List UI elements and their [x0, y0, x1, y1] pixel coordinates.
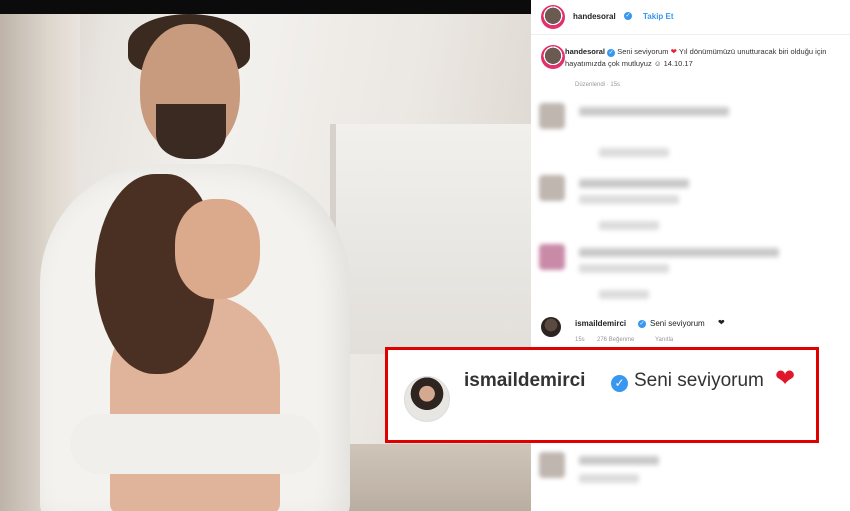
verified-icon: ✓	[611, 375, 628, 392]
blurred-text	[579, 179, 689, 188]
blurred-comment	[539, 452, 839, 492]
author-username[interactable]: handesoral	[573, 12, 616, 21]
post-caption: handesoral ✓ Seni seviyorum ❤ Yıl dönümü…	[565, 46, 845, 70]
blurred-comment	[539, 175, 839, 230]
blurred-comment	[539, 244, 839, 299]
follow-button[interactable]: Takip Et	[643, 12, 674, 21]
heart-icon: ❤	[718, 318, 725, 327]
blurred-comment	[539, 103, 839, 157]
blurred-text	[579, 107, 729, 116]
comment-avatar[interactable]	[541, 317, 561, 337]
heart-icon: ❤	[775, 365, 796, 392]
verified-icon: ✓	[624, 12, 632, 20]
verified-icon: ✓	[607, 49, 616, 57]
blurred-avatar	[539, 175, 565, 201]
blurred-meta	[579, 195, 679, 204]
comment-text: Seni seviyorum	[650, 319, 705, 328]
blurred-avatar	[539, 244, 565, 270]
photo-man-beard	[156, 104, 226, 159]
blurred-text	[579, 248, 779, 257]
author-avatar[interactable]	[541, 5, 565, 29]
comment-row: ismaildemirci ✓ Seni seviyorum ❤	[541, 317, 841, 337]
photo-window	[330, 124, 531, 354]
blurred-meta	[579, 474, 639, 483]
blurred-meta	[579, 264, 669, 273]
blurred-avatar	[539, 452, 565, 478]
caption-username[interactable]: handesoral	[565, 47, 605, 56]
highlight-avatar[interactable]	[404, 376, 450, 422]
caption-text: Seni seviyorum	[617, 47, 669, 56]
caption-rest: Yıl dönümümüzü unutturacak biri olduğu i…	[565, 47, 827, 68]
heart-icon: ❤	[670, 47, 677, 56]
verified-icon: ✓	[638, 320, 646, 328]
caption-date: 14.10.17	[663, 59, 693, 68]
top-black-bar	[0, 0, 531, 14]
highlighted-comment: ismaildemirci ✓ Seni seviyorum ❤	[385, 347, 819, 443]
emoji-icon: ☺	[653, 59, 662, 68]
post-header: handesoral ✓ Takip Et	[531, 0, 850, 35]
comment-likes[interactable]: 276 Beğenme	[597, 337, 634, 343]
comment-reply[interactable]: Yanıtla	[655, 337, 673, 343]
blurred-meta	[599, 221, 659, 230]
comment-time: 15s	[575, 337, 585, 343]
caption-avatar[interactable]	[541, 45, 565, 69]
highlight-username[interactable]: ismaildemirci	[464, 370, 585, 392]
photo-woman-face	[175, 199, 260, 299]
blurred-avatar	[539, 103, 565, 129]
blurred-meta	[599, 290, 649, 299]
blurred-meta	[599, 148, 669, 157]
comment-username[interactable]: ismaildemirci	[575, 319, 626, 328]
caption-edited: Düzenlendi · 15s	[575, 82, 621, 88]
photo-arm	[70, 414, 320, 474]
highlight-text: Seni seviyorum	[634, 370, 764, 391]
blurred-text	[579, 456, 659, 465]
